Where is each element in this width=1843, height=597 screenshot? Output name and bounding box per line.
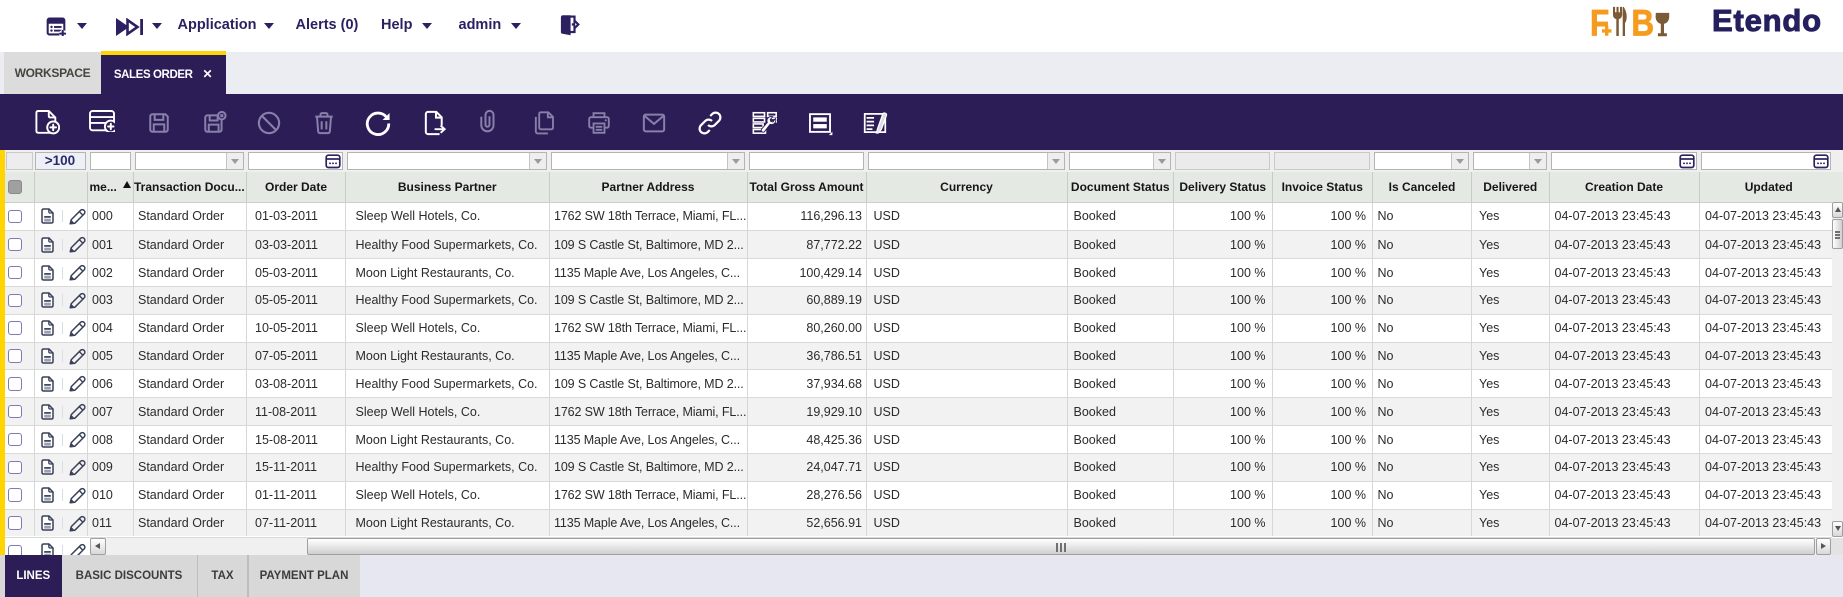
svg-text:B: B bbox=[1631, 5, 1654, 39]
